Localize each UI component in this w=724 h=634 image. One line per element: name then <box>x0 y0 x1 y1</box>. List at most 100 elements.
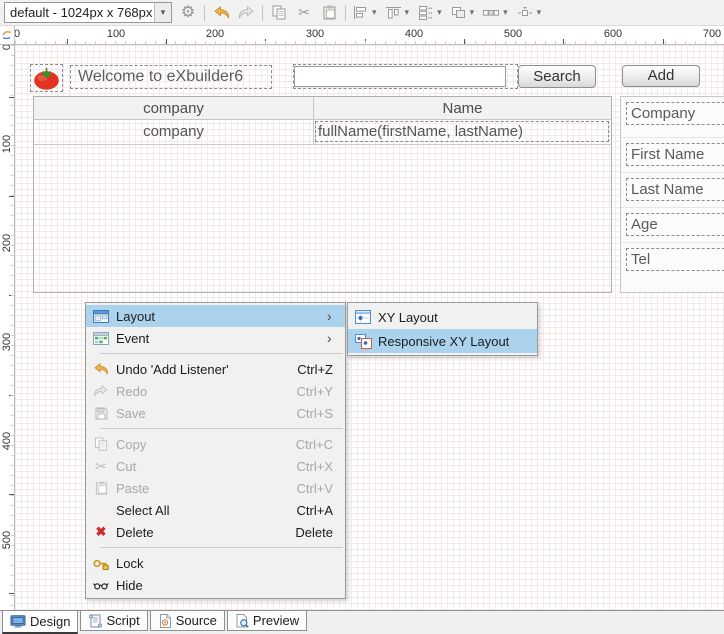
paste-icon <box>86 481 116 495</box>
distribute-icon <box>419 5 433 20</box>
form-row: Tel <box>621 242 724 277</box>
ruler-tick <box>9 196 14 197</box>
menu-item-hide[interactable]: Hide <box>86 574 345 596</box>
form-panel[interactable]: Company First Name Last Name Age Tel <box>620 96 724 293</box>
tab-source[interactable]: Source <box>149 611 225 631</box>
ruler-tick <box>9 593 14 594</box>
form-row: Age <box>621 207 724 242</box>
menu-item-save[interactable]: Save Ctrl+S <box>86 402 345 424</box>
align-horizontal-dropdown[interactable]: ▾ <box>353 6 379 19</box>
grid-data-row[interactable]: company fullName(firstName, lastName) <box>34 120 611 145</box>
submenu-item-xy-layout[interactable]: XY Layout <box>348 305 537 329</box>
copy-icon <box>272 5 286 20</box>
add-button[interactable]: Add <box>622 65 700 87</box>
context-menu: Layout › Event › Undo 'Add Listener' Ctr… <box>85 302 346 599</box>
fullname-expression[interactable]: fullName(firstName, lastName) <box>315 121 609 142</box>
form-label-first-name[interactable]: First Name <box>626 143 724 166</box>
match-size-icon <box>483 9 500 16</box>
ruler-tick <box>265 39 266 44</box>
preview-icon <box>236 613 249 628</box>
ruler-tick <box>663 39 664 44</box>
grid-header-name[interactable]: Name <box>314 97 611 119</box>
distribute-dropdown[interactable]: ▾ <box>418 5 444 20</box>
align-vertical-dropdown[interactable]: ▾ <box>385 6 412 19</box>
menu-item-event[interactable]: Event › <box>86 327 345 349</box>
grid-header-row: company Name <box>34 97 611 120</box>
form-label-company[interactable]: Company <box>626 102 724 125</box>
menu-separator <box>100 428 343 429</box>
tab-preview[interactable]: Preview <box>226 611 308 631</box>
ruler-tick <box>67 39 68 44</box>
search-input[interactable] <box>294 66 506 87</box>
toolbar-separator <box>262 4 263 21</box>
redo-icon <box>238 6 253 19</box>
copy-button[interactable] <box>270 3 288 23</box>
ruler-label: 200 <box>1 233 13 253</box>
redo-button[interactable] <box>237 3 255 23</box>
tab-label: Preview <box>252 613 300 628</box>
grid-header-company[interactable]: company <box>34 97 314 119</box>
menu-item-select-all[interactable]: Select All Ctrl+A <box>86 499 345 521</box>
grid-cell-name[interactable]: fullName(firstName, lastName) <box>314 120 611 144</box>
tab-script[interactable]: Script <box>80 611 148 631</box>
menu-item-lock[interactable]: Lock <box>86 552 345 574</box>
menu-item-paste[interactable]: Paste Ctrl+V <box>86 477 345 499</box>
menu-item-delete[interactable]: ✖ Delete Delete <box>86 521 345 543</box>
layout-icon <box>86 309 116 323</box>
image-component[interactable] <box>30 64 63 92</box>
ruler-tick <box>9 395 14 396</box>
undo-button[interactable] <box>212 3 230 23</box>
save-icon <box>86 407 116 420</box>
toolbar-separator <box>345 4 346 21</box>
form-label-last-name[interactable]: Last Name <box>626 178 724 201</box>
screen-preset-dropdown[interactable]: default - 1024px x 768px ▾ <box>4 2 172 23</box>
chevron-down-icon: ▾ <box>154 3 171 22</box>
align-top-icon <box>385 7 401 19</box>
submenu-arrow-icon: › <box>327 308 332 324</box>
menu-item-copy[interactable]: Copy Ctrl+C <box>86 433 345 455</box>
menu-item-redo[interactable]: Redo Ctrl+Y <box>86 380 345 402</box>
gear-icon: ⚙ <box>180 3 196 21</box>
submenu-item-responsive-xy-layout[interactable]: Responsive XY Layout <box>348 329 537 353</box>
ruler-tick <box>464 39 465 44</box>
menu-separator <box>100 547 343 548</box>
form-row: First Name <box>621 137 724 172</box>
ruler-label: 400 <box>404 28 424 40</box>
ruler-label: 300 <box>1 332 13 352</box>
ruler-origin <box>0 26 15 45</box>
view-tab-bar: Design Script Source Preview <box>0 610 724 634</box>
ruler-label: 300 <box>305 28 325 40</box>
search-field-selection <box>293 64 518 89</box>
group-dropdown[interactable]: ▾ <box>451 6 477 19</box>
spacing-dropdown[interactable]: ▾ <box>517 6 544 19</box>
menu-item-undo[interactable]: Undo 'Add Listener' Ctrl+Z <box>86 358 345 380</box>
tab-design[interactable]: Design <box>2 611 79 634</box>
toolbar-separator <box>204 4 205 21</box>
search-button[interactable]: Search <box>518 65 596 88</box>
layout-submenu: XY Layout Responsive XY Layout <box>347 302 538 356</box>
xy-layout-icon <box>348 310 378 324</box>
data-grid[interactable]: company Name company fullName(firstName,… <box>33 96 612 293</box>
undo-icon <box>86 363 116 375</box>
hide-glasses-icon <box>86 581 116 590</box>
form-label-tel[interactable]: Tel <box>626 248 724 271</box>
settings-button[interactable]: ⚙ <box>179 3 197 23</box>
ruler-label: 400 <box>1 431 13 451</box>
menu-separator <box>100 353 343 354</box>
welcome-label[interactable]: Welcome to eXbuilder6 <box>70 65 272 89</box>
paste-button[interactable] <box>320 3 338 23</box>
grid-cell-company[interactable]: company <box>34 120 314 144</box>
menu-item-layout[interactable]: Layout › <box>86 305 345 327</box>
form-row: Last Name <box>621 172 724 207</box>
lock-key-icon <box>86 557 116 570</box>
ruler-origin-icon <box>2 30 12 40</box>
menu-item-cut[interactable]: ✂ Cut Ctrl+X <box>86 455 345 477</box>
form-label-age[interactable]: Age <box>626 213 724 236</box>
vertical-ruler: 0 100 200 300 400 500 <box>0 45 15 610</box>
ruler-tick <box>166 39 167 44</box>
ruler-label: 600 <box>603 28 623 40</box>
match-size-dropdown[interactable]: ▾ <box>483 7 510 19</box>
spacing-icon <box>517 7 532 16</box>
ruler-label: 500 <box>503 28 523 40</box>
cut-button[interactable]: ✂ <box>295 3 313 23</box>
